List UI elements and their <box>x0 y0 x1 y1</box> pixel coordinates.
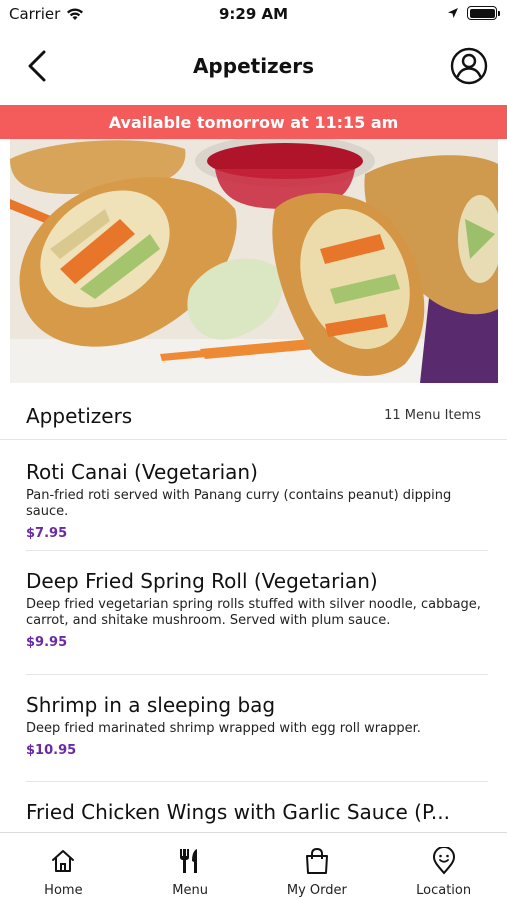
menu-item-list: Roti Canai (Vegetarian) Pan-fried roti s… <box>0 440 507 832</box>
menu-item-name: Shrimp in a sleeping bag <box>26 693 276 717</box>
location-arrow-icon <box>448 8 458 18</box>
status-time: 9:29 AM <box>218 5 289 23</box>
battery-icon <box>467 6 500 20</box>
user-profile-icon <box>450 47 488 85</box>
tab-home[interactable]: Home <box>0 833 127 900</box>
menu-item[interactable]: Roti Canai (Vegetarian) Pan-fried roti s… <box>26 460 488 551</box>
tab-label: Home <box>44 883 83 898</box>
home-icon <box>50 847 76 875</box>
fork-knife-icon <box>177 847 203 875</box>
spring-rolls-photo <box>10 139 498 383</box>
menu-item-price: $10.95 <box>26 743 77 758</box>
status-bar: Carrier 9:29 AM <box>0 0 507 28</box>
availability-banner: Available tomorrow at 11:15 am <box>0 105 507 139</box>
tab-label: My Order <box>286 883 347 898</box>
status-right-icons <box>447 6 500 20</box>
menu-item[interactable]: Deep Fried Spring Roll (Vegetarian) Deep… <box>26 569 488 675</box>
tab-menu[interactable]: Menu <box>127 833 254 900</box>
location-pin-icon <box>431 847 457 875</box>
tab-location[interactable]: Location <box>380 833 507 900</box>
menu-item[interactable]: Fried Chicken Wings with Garlic Sauce (P… <box>26 800 488 832</box>
menu-item-price: $7.95 <box>26 526 68 541</box>
section-header: Appetizers 11 Menu Items <box>0 392 507 440</box>
menu-item-description: Deep fried vegetarian spring rolls stuff… <box>26 597 481 628</box>
menu-item-count: 11 Menu Items <box>384 408 481 423</box>
page-title: Appetizers <box>192 54 315 78</box>
menu-item-price: $9.95 <box>26 635 68 650</box>
menu-item-name: Deep Fried Spring Roll (Vegetarian) <box>26 569 378 593</box>
tab-label: Menu <box>172 883 208 898</box>
nav-bar: Appetizers <box>0 36 507 96</box>
menu-item-description: Deep fried marinated shrimp wrapped with… <box>26 721 421 736</box>
tab-my-order[interactable]: My Order <box>254 833 381 900</box>
menu-item-name: Fried Chicken Wings with Garlic Sauce (P… <box>26 800 450 824</box>
availability-text: Available tomorrow at 11:15 am <box>108 112 399 132</box>
menu-item-name: Roti Canai (Vegetarian) <box>26 460 258 484</box>
tab-bar: Home Menu My Order Location <box>0 832 507 900</box>
tab-label: Location <box>416 883 472 898</box>
shopping-bag-icon <box>304 847 330 875</box>
menu-item-description: Pan-fried roti served with Panang curry … <box>26 488 452 519</box>
category-hero-image <box>10 139 498 383</box>
menu-item[interactable]: Shrimp in a sleeping bag Deep fried mari… <box>26 693 488 782</box>
section-title: Appetizers <box>26 404 133 428</box>
profile-button[interactable] <box>449 46 489 86</box>
